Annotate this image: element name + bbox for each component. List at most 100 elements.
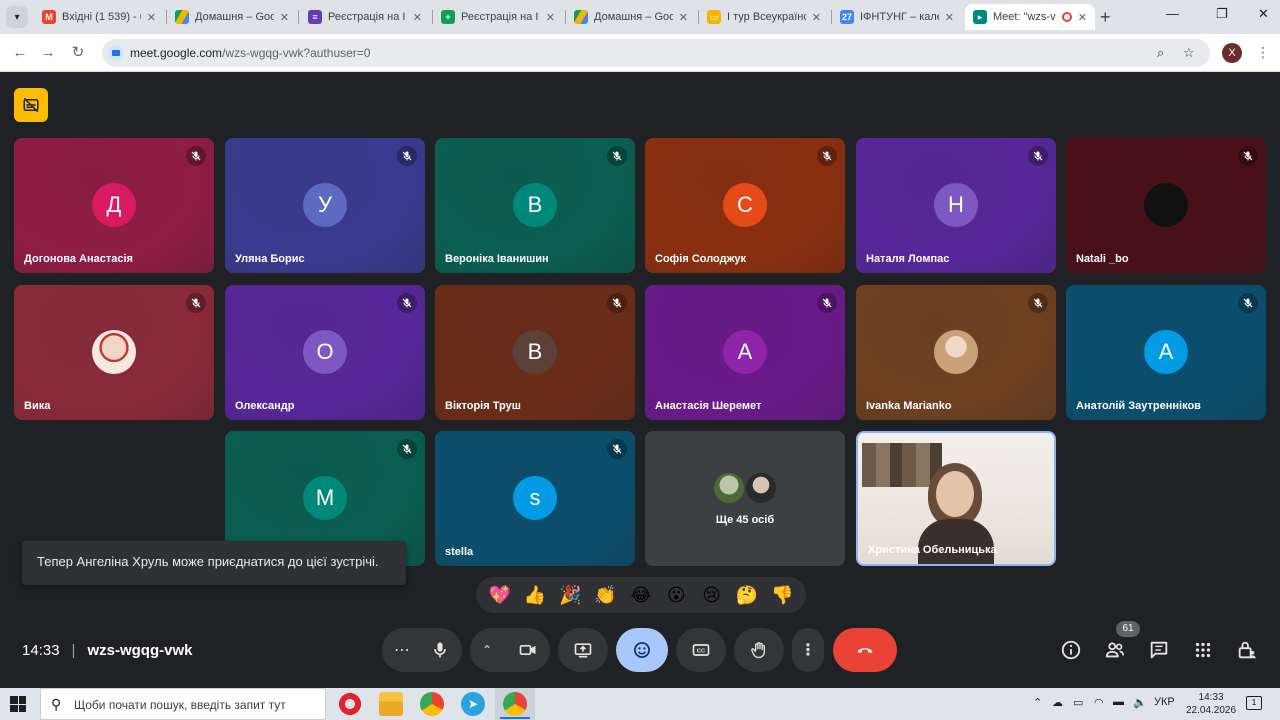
microphone-icon[interactable] [430, 640, 450, 660]
close-icon[interactable]: ✕ [679, 11, 688, 24]
tab-calendar[interactable]: 27 ІФНТУНГ – кале ✕ [832, 4, 962, 30]
hang-up-icon [857, 648, 873, 654]
audio-options-icon[interactable]: ⋯ [394, 640, 410, 660]
new-tab-button[interactable]: + [1100, 7, 1111, 28]
participant-tile[interactable]: В Вероніка Іванишин [435, 138, 635, 273]
close-icon[interactable]: ✕ [147, 11, 156, 24]
onedrive-icon[interactable]: ☁ [1052, 696, 1063, 709]
clapping-reaction[interactable]: 👏 [591, 585, 621, 606]
windows-start-icon[interactable] [10, 696, 26, 712]
tab-drive[interactable]: Домашня – Goo ✕ [167, 4, 297, 30]
participant-tile[interactable]: Ivanka Marianko [856, 285, 1056, 420]
present-screen-button[interactable] [558, 628, 608, 672]
chat-icon [1150, 641, 1168, 659]
chat-button[interactable] [1147, 638, 1171, 662]
opera-icon[interactable] [338, 692, 362, 716]
search-icon: ⚲ [51, 696, 62, 712]
participant-avatar: M [303, 476, 347, 520]
meeting-details-button[interactable] [1059, 638, 1083, 662]
participant-tile[interactable]: Вика [14, 285, 214, 420]
battery-icon[interactable]: ▬ [1113, 696, 1124, 708]
tab-drive-2[interactable]: Домашня – Goo ✕ [566, 4, 696, 30]
activities-button[interactable] [1191, 638, 1215, 662]
participant-tile[interactable]: Д Догонова Анастасія [14, 138, 214, 273]
participant-tile[interactable]: О Олександр [225, 285, 425, 420]
video-options-icon[interactable]: ⌃ [482, 643, 492, 657]
close-icon[interactable]: ✕ [812, 11, 821, 24]
clock-date: 22.04.2026 [1186, 705, 1237, 716]
minimize-icon[interactable]: — [1166, 6, 1179, 21]
mic-off-icon [607, 146, 627, 166]
camera-icon[interactable] [518, 640, 538, 660]
tab-forms[interactable]: ≡ Реєстрація на I т ✕ [300, 4, 430, 30]
surprised-reaction[interactable]: 😮 [661, 585, 691, 606]
participant-tile[interactable]: Natali _bo [1066, 138, 1266, 273]
profile-avatar[interactable]: X [1222, 43, 1242, 63]
participant-tile[interactable]: В Вікторія Труш [435, 285, 635, 420]
participant-tile[interactable]: У Уляна Борис [225, 138, 425, 273]
chrome-icon[interactable] [503, 692, 527, 716]
participant-tile[interactable]: s stella [435, 431, 635, 566]
captions-button[interactable]: CC [676, 628, 726, 672]
chrome-icon[interactable] [420, 692, 444, 716]
tab-title: Вхідні (1 539) - u [62, 11, 141, 23]
taskbar-search-box[interactable]: ⚲ Щоби почати пошук, введіть запит тут [40, 688, 326, 720]
notification-center-icon[interactable]: 1 [1246, 696, 1262, 710]
back-icon[interactable]: ← [10, 43, 30, 63]
meeting-time: 14:33 [22, 642, 60, 659]
reload-icon[interactable]: ↻ [68, 43, 88, 63]
svg-text:CC: CC [697, 649, 706, 655]
participant-photo-avatar [92, 330, 136, 374]
close-window-icon[interactable]: ✕ [1258, 6, 1269, 22]
site-info-icon[interactable] [108, 45, 124, 61]
participant-tile[interactable]: С Софія Солоджук [645, 138, 845, 273]
participant-tile[interactable]: А Анатолій Заутренніков [1066, 285, 1266, 420]
raise-hand-button[interactable] [734, 628, 784, 672]
lock-person-icon [1238, 641, 1256, 659]
thinking-reaction[interactable]: 🤔 [732, 585, 762, 606]
participant-name: Natali _bo [1076, 253, 1129, 265]
taskbar-clock[interactable]: 14:33 22.04.2026 [1186, 691, 1236, 717]
close-icon[interactable]: ✕ [546, 11, 555, 24]
more-options-button[interactable]: ⋮ [792, 628, 824, 672]
browser-menu-icon[interactable]: ⋮ [1256, 44, 1270, 61]
tab-slides[interactable]: ▭ I тур Всеукраїнс ✕ [699, 4, 829, 30]
party-popper-reaction[interactable]: 🎉 [555, 585, 585, 606]
file-explorer-icon[interactable] [379, 692, 403, 716]
participant-tile[interactable]: Н Наталя Ломпас [856, 138, 1056, 273]
maximize-icon[interactable]: ❐ [1216, 6, 1228, 22]
wifi-icon[interactable]: ◠ [1094, 696, 1104, 709]
more-participants-tile[interactable]: Ще 45 осіб [645, 431, 845, 566]
telegram-icon[interactable]: ➤ [461, 692, 485, 716]
laughing-reaction[interactable]: 😂 [626, 585, 656, 606]
close-icon[interactable]: ✕ [413, 11, 422, 24]
close-icon[interactable]: ✕ [280, 11, 289, 24]
forward-icon[interactable]: → [38, 43, 58, 63]
reactions-button[interactable] [616, 628, 668, 672]
leave-call-button[interactable] [833, 628, 897, 672]
close-icon[interactable]: ✕ [1078, 11, 1087, 24]
participant-tile[interactable]: А Анастасія Шеремет [645, 285, 845, 420]
tab-gmail[interactable]: M Вхідні (1 539) - u ✕ [34, 4, 164, 30]
apps-grid-icon [1195, 642, 1211, 658]
captions-off-button[interactable] [14, 88, 48, 122]
mic-off-icon [397, 439, 417, 459]
thumbs-up-reaction[interactable]: 👍 [520, 585, 550, 606]
zoom-icon[interactable]: ⌕ [1157, 45, 1164, 61]
close-icon[interactable]: ✕ [945, 11, 954, 24]
chevron-up-icon[interactable]: ⌃ [1033, 696, 1042, 709]
sparkling-heart-reaction[interactable]: 💖 [485, 585, 515, 606]
input-language[interactable]: УКР [1154, 696, 1175, 708]
tab-search-button[interactable]: ▾ [6, 6, 28, 28]
tab-sheets[interactable]: + Реєстрація на I т ✕ [433, 4, 563, 30]
address-bar[interactable]: meet.google.com/wzs-wgqg-vwk?authuser=0 … [102, 39, 1210, 67]
bookmark-star-icon[interactable]: ☆ [1183, 45, 1195, 61]
people-button[interactable] [1103, 638, 1127, 662]
presenter-video-tile[interactable]: Христина Обельницька [856, 431, 1056, 566]
tab-meet[interactable]: ▸ Meet: "wzs-v ✕ [965, 4, 1095, 30]
network-icon[interactable]: ▭ [1073, 696, 1083, 709]
thumbs-down-reaction[interactable]: 👎 [767, 585, 797, 606]
volume-icon[interactable]: 🔈 [1133, 696, 1147, 709]
crying-reaction[interactable]: 😢 [697, 585, 727, 606]
host-controls-button[interactable] [1235, 638, 1259, 662]
